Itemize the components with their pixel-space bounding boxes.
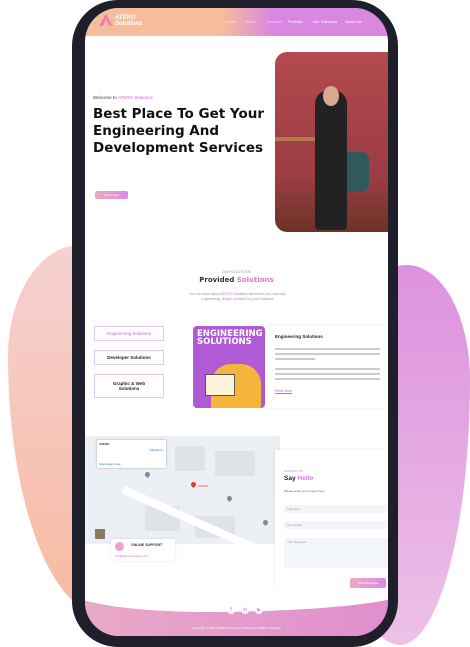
solutions-eyebrow: OUR SOLUTIONS xyxy=(222,270,251,274)
support-icon xyxy=(115,542,124,551)
hero-image xyxy=(275,52,388,232)
tab-engineering-solutions[interactable]: Engineering Solutions xyxy=(94,326,164,341)
nav-item[interactable]: Home xyxy=(225,19,236,24)
support-title: ONLINE SUPPORT xyxy=(131,543,163,547)
blueprint xyxy=(205,374,235,396)
brand-name: ATERO Solutions xyxy=(117,95,153,100)
youtube-icon[interactable]: ▶ xyxy=(255,606,263,614)
map-pin-icon[interactable] xyxy=(225,494,234,503)
contact-eyebrow: CONTACT US xyxy=(284,469,304,473)
title-highlight: Solutions xyxy=(236,276,274,284)
copyright-text: Copyright © 2024 ATERO Solutions | Creat… xyxy=(192,626,281,630)
solutions-description: You can think about ATERO Solutions when… xyxy=(180,292,295,302)
place-thumbnail xyxy=(95,529,105,539)
desc-brand: ATERO Solutions xyxy=(220,292,248,296)
map-pin-icon[interactable] xyxy=(189,480,198,489)
logo-icon xyxy=(99,14,113,26)
contact-title: Say Hello xyxy=(284,475,313,482)
solution-card: Engineering Solutions Read More xyxy=(265,326,388,408)
directions-link[interactable]: Directions xyxy=(150,448,163,452)
welcome-text: Welcome to ATERO Solutions xyxy=(93,95,153,100)
desc-text: You can think about xyxy=(189,292,220,296)
tab-developer-solutions[interactable]: Developer Solutions xyxy=(94,350,164,365)
place-name: ATERO xyxy=(99,442,110,446)
learn-more-button[interactable]: Learn more xyxy=(95,191,128,199)
person xyxy=(315,90,347,230)
phone-screen: ATERO Solutions Home About Services Portf… xyxy=(85,8,388,636)
hero-title: Best Place To Get Your Engineering And D… xyxy=(93,106,264,156)
contact-description: Please leave your inquiry here xyxy=(284,489,325,493)
person-head xyxy=(323,86,339,106)
contact-form: CONTACT US Say Hello Please leave your i… xyxy=(275,450,388,598)
tab-graphic-web-solutions[interactable]: Graphic & Web Solutions xyxy=(94,374,164,398)
nav-item[interactable]: About xyxy=(245,19,255,24)
logo[interactable]: ATERO Solutions xyxy=(115,15,142,27)
message-textarea[interactable]: Your Message xyxy=(284,538,388,568)
facebook-icon[interactable]: f xyxy=(227,606,235,614)
solutions-title: Provided Solutions xyxy=(85,276,388,284)
online-support-card: ONLINE SUPPORT info@aterosolutions.com xyxy=(111,539,175,561)
nav-item[interactable]: Services xyxy=(267,19,282,24)
nav-item[interactable]: Our Solutions xyxy=(313,19,337,24)
send-message-button[interactable]: Send Message xyxy=(350,578,386,588)
image-title: ENGINEERING SOLUTIONS xyxy=(197,329,263,347)
map-pin-icon[interactable] xyxy=(143,470,152,479)
email-input[interactable]: Your Email xyxy=(284,521,388,529)
nav-item[interactable]: About Us xyxy=(345,19,361,24)
linkedin-icon[interactable]: in xyxy=(241,606,249,614)
engineering-image: ENGINEERING SOLUTIONS xyxy=(193,326,265,408)
view-larger-map-link[interactable]: View larger map xyxy=(99,462,121,466)
map-info-card: ATERO Directions View larger map xyxy=(97,440,166,468)
pin-label: ATERO xyxy=(198,484,209,488)
navbar: ATERO Solutions Home About Services Portf… xyxy=(85,8,388,36)
title-highlight: Hello xyxy=(297,475,314,482)
map-pin-icon[interactable] xyxy=(261,518,270,527)
read-more-link[interactable]: Read More xyxy=(275,389,292,393)
welcome-label: Welcome to xyxy=(93,95,117,100)
support-email-link[interactable]: info@aterosolutions.com xyxy=(115,554,148,558)
logo-text: Solutions xyxy=(115,21,143,27)
name-input[interactable]: Full Name xyxy=(284,505,388,513)
card-title: Engineering Solutions xyxy=(275,334,323,339)
title-part: Say xyxy=(284,475,296,482)
nav-item[interactable]: Portfolio xyxy=(288,19,303,24)
title-part: Provided xyxy=(199,276,235,284)
